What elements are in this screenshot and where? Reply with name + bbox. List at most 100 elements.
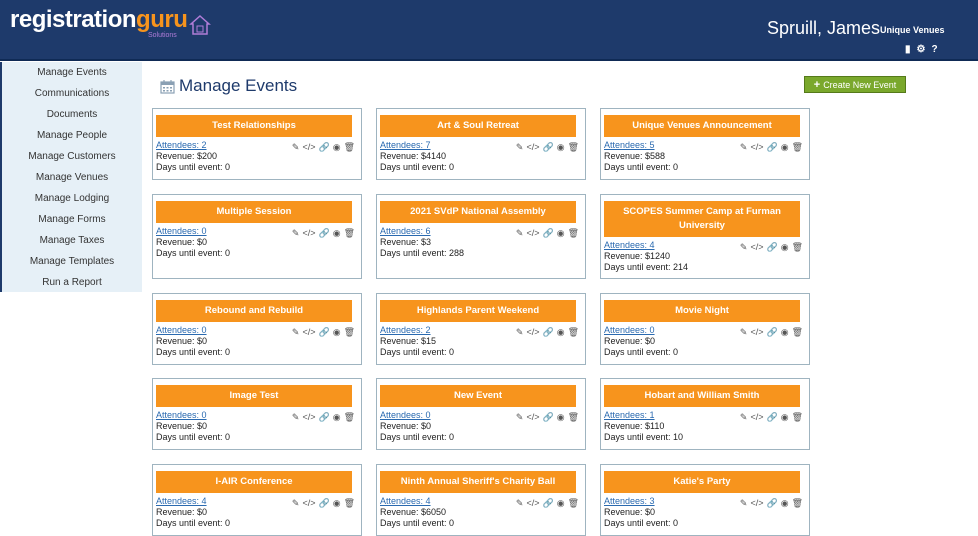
trash-icon[interactable]: 🗑: [792, 242, 803, 252]
binoculars-icon[interactable]: ◉: [781, 242, 789, 252]
brand-logo[interactable]: registrationguru: [10, 6, 188, 34]
binoculars-icon[interactable]: ◉: [781, 498, 789, 508]
attendees-link[interactable]: Attendees: 3: [604, 496, 655, 506]
attendees-link[interactable]: Attendees: 2: [156, 140, 207, 150]
edit-icon[interactable]: ✎: [740, 412, 748, 422]
code-icon[interactable]: </>: [526, 498, 539, 508]
attendees-link[interactable]: Attendees: 0: [156, 226, 207, 236]
edit-icon[interactable]: ✎: [516, 327, 524, 337]
trash-icon[interactable]: 🗑: [792, 142, 803, 152]
binoculars-icon[interactable]: ◉: [557, 327, 565, 337]
edit-icon[interactable]: ✎: [516, 498, 524, 508]
attendees-link[interactable]: Attendees: 0: [604, 325, 655, 335]
code-icon[interactable]: </>: [526, 142, 539, 152]
edit-icon[interactable]: ✎: [740, 142, 748, 152]
attendees-link[interactable]: Attendees: 1: [604, 410, 655, 420]
code-icon[interactable]: </>: [302, 327, 315, 337]
sidebar-item-manage-templates[interactable]: Manage Templates: [2, 251, 142, 272]
event-title[interactable]: Hobart and William Smith: [604, 385, 800, 407]
code-icon[interactable]: </>: [750, 142, 763, 152]
event-title[interactable]: SCOPES Summer Camp at Furman University: [604, 201, 800, 237]
edit-icon[interactable]: ✎: [292, 327, 300, 337]
trash-icon[interactable]: 🗑: [344, 142, 355, 152]
trash-icon[interactable]: 🗑: [792, 412, 803, 422]
event-title[interactable]: Unique Venues Announcement: [604, 115, 800, 137]
edit-icon[interactable]: ✎: [292, 228, 300, 238]
link-icon[interactable]: 🔗: [542, 412, 553, 422]
sidebar-item-manage-people[interactable]: Manage People: [2, 125, 142, 146]
link-icon[interactable]: 🔗: [318, 228, 329, 238]
binoculars-icon[interactable]: ◉: [333, 228, 341, 238]
link-icon[interactable]: 🔗: [766, 412, 777, 422]
binoculars-icon[interactable]: ◉: [781, 142, 789, 152]
event-title[interactable]: Multiple Session: [156, 201, 352, 223]
link-icon[interactable]: 🔗: [766, 242, 777, 252]
code-icon[interactable]: </>: [526, 228, 539, 238]
attendees-link[interactable]: Attendees: 0: [156, 325, 207, 335]
attendees-link[interactable]: Attendees: 4: [156, 496, 207, 506]
trash-icon[interactable]: 🗑: [568, 498, 579, 508]
edit-icon[interactable]: ✎: [740, 498, 748, 508]
user-name[interactable]: Spruill, James: [767, 18, 880, 39]
trash-icon[interactable]: 🗑: [344, 327, 355, 337]
event-title[interactable]: New Event: [380, 385, 576, 407]
edit-icon[interactable]: ✎: [292, 412, 300, 422]
document-icon[interactable]: ▮: [905, 44, 911, 56]
trash-icon[interactable]: 🗑: [344, 498, 355, 508]
sidebar-item-manage-venues[interactable]: Manage Venues: [2, 167, 142, 188]
code-icon[interactable]: </>: [302, 498, 315, 508]
attendees-link[interactable]: Attendees: 0: [156, 410, 207, 420]
event-title[interactable]: Ninth Annual Sheriff's Charity Ball: [380, 471, 576, 493]
event-title[interactable]: Highlands Parent Weekend: [380, 300, 576, 322]
link-icon[interactable]: 🔗: [766, 498, 777, 508]
sidebar-item-manage-lodging[interactable]: Manage Lodging: [2, 188, 142, 209]
attendees-link[interactable]: Attendees: 6: [380, 226, 431, 236]
attendees-link[interactable]: Attendees: 7: [380, 140, 431, 150]
code-icon[interactable]: </>: [750, 242, 763, 252]
binoculars-icon[interactable]: ◉: [781, 327, 789, 337]
trash-icon[interactable]: 🗑: [792, 498, 803, 508]
event-title[interactable]: Image Test: [156, 385, 352, 407]
link-icon[interactable]: 🔗: [766, 327, 777, 337]
create-new-event-button[interactable]: + Create New Event: [804, 76, 906, 93]
binoculars-icon[interactable]: ◉: [557, 498, 565, 508]
sidebar-item-run-report[interactable]: Run a Report: [2, 272, 142, 293]
trash-icon[interactable]: 🗑: [568, 412, 579, 422]
link-icon[interactable]: 🔗: [542, 228, 553, 238]
link-icon[interactable]: 🔗: [318, 327, 329, 337]
trash-icon[interactable]: 🗑: [568, 142, 579, 152]
trash-icon[interactable]: 🗑: [568, 327, 579, 337]
attendees-link[interactable]: Attendees: 0: [380, 410, 431, 420]
link-icon[interactable]: 🔗: [318, 142, 329, 152]
sidebar-item-manage-events[interactable]: Manage Events: [2, 62, 142, 83]
sidebar-item-documents[interactable]: Documents: [2, 104, 142, 125]
link-icon[interactable]: 🔗: [318, 412, 329, 422]
code-icon[interactable]: </>: [750, 327, 763, 337]
sidebar-item-manage-customers[interactable]: Manage Customers: [2, 146, 142, 167]
edit-icon[interactable]: ✎: [516, 228, 524, 238]
attendees-link[interactable]: Attendees: 4: [380, 496, 431, 506]
link-icon[interactable]: 🔗: [542, 498, 553, 508]
help-icon[interactable]: ?: [931, 44, 937, 56]
binoculars-icon[interactable]: ◉: [557, 142, 565, 152]
link-icon[interactable]: 🔗: [766, 142, 777, 152]
sidebar-item-manage-forms[interactable]: Manage Forms: [2, 209, 142, 230]
event-title[interactable]: Movie Night: [604, 300, 800, 322]
code-icon[interactable]: </>: [302, 142, 315, 152]
link-icon[interactable]: 🔗: [542, 142, 553, 152]
edit-icon[interactable]: ✎: [292, 498, 300, 508]
edit-icon[interactable]: ✎: [516, 412, 524, 422]
binoculars-icon[interactable]: ◉: [333, 327, 341, 337]
binoculars-icon[interactable]: ◉: [333, 412, 341, 422]
binoculars-icon[interactable]: ◉: [557, 228, 565, 238]
binoculars-icon[interactable]: ◉: [557, 412, 565, 422]
binoculars-icon[interactable]: ◉: [333, 142, 341, 152]
code-icon[interactable]: </>: [302, 412, 315, 422]
attendees-link[interactable]: Attendees: 4: [604, 240, 655, 250]
link-icon[interactable]: 🔗: [542, 327, 553, 337]
gear-icon[interactable]: ⚙: [917, 44, 926, 56]
edit-icon[interactable]: ✎: [740, 327, 748, 337]
sidebar-item-manage-taxes[interactable]: Manage Taxes: [2, 230, 142, 251]
code-icon[interactable]: </>: [302, 228, 315, 238]
event-title[interactable]: 2021 SVdP National Assembly: [380, 201, 576, 223]
